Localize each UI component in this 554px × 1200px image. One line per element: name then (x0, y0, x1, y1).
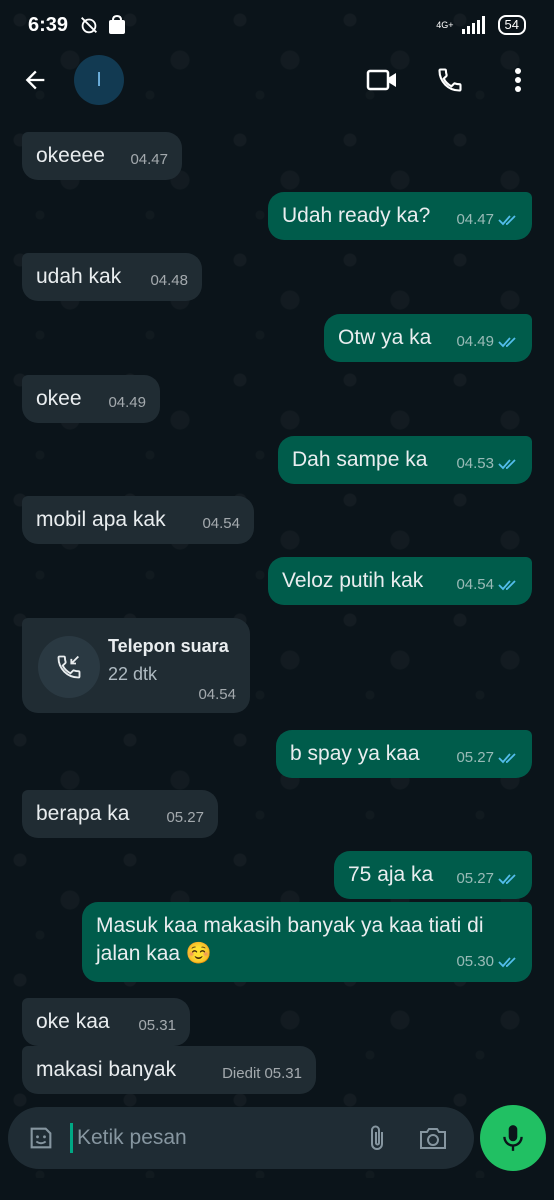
voice-record-button[interactable] (480, 1105, 546, 1171)
message-time: 05.27 (166, 809, 204, 826)
call-duration: 22 dtk (108, 664, 158, 684)
message-text-line: Masuk kaa makasih banyak ya kaa tiati di (96, 914, 484, 937)
contact-avatar[interactable]: I (74, 55, 124, 105)
message-time: 05.27 (456, 749, 494, 766)
back-arrow-icon (25, 70, 45, 90)
message-time: 05.31 (264, 1065, 302, 1082)
read-ticks-icon (498, 579, 518, 591)
message-list: okeeee 04.47 Udah ready ka? 04.47 udah k… (0, 110, 554, 1095)
message-time: 04.48 (150, 272, 188, 289)
back-button[interactable] (18, 63, 52, 97)
avatar-initial: I (96, 68, 102, 91)
more-vert-icon (515, 68, 521, 92)
sticker-icon (30, 1127, 52, 1149)
message-time: 04.47 (456, 211, 494, 228)
message-text: 75 aja ka (348, 863, 434, 886)
attach-button[interactable] (362, 1123, 392, 1153)
message-time: 05.27 (456, 870, 494, 887)
incoming-call-icon (57, 655, 81, 679)
message-bubble-outgoing[interactable]: 75 aja ka 05.27 (334, 851, 532, 899)
message-time: 05.30 (456, 953, 494, 970)
message-input[interactable] (77, 1126, 362, 1150)
message-bubble-outgoing[interactable]: b spay ya kaa 05.27 (276, 730, 532, 778)
message-bubble-outgoing[interactable]: Otw ya ka 04.49 (324, 314, 532, 362)
message-bubble-incoming[interactable]: berapa ka 05.27 (22, 790, 218, 838)
status-bar: 6:39 4G+ 54 (0, 0, 554, 50)
message-time: 04.49 (108, 394, 146, 411)
message-bubble-incoming[interactable]: mobil apa kak 04.54 (22, 496, 254, 544)
read-ticks-icon (498, 752, 518, 764)
call-time: 04.54 (198, 686, 236, 703)
message-text: oke kaa (36, 1010, 110, 1033)
message-time: 05.31 (138, 1017, 176, 1034)
mic-icon (503, 1125, 523, 1151)
signal-icon (461, 16, 485, 34)
message-text: Udah ready ka? (282, 204, 431, 227)
message-text: berapa ka (36, 802, 130, 825)
message-text: makasi banyak (36, 1058, 177, 1081)
battery-indicator: 54 (497, 15, 526, 35)
attach-icon (371, 1125, 383, 1150)
chat-header: I (0, 50, 554, 110)
video-call-icon (366, 69, 396, 91)
message-text: b spay ya kaa (290, 742, 420, 765)
message-text: okeeee (36, 144, 105, 167)
navigation-bar (0, 1178, 554, 1200)
voice-call-bubble[interactable]: Telepon suara 22 dtk 04.54 (22, 618, 250, 713)
message-bubble-outgoing[interactable]: Masuk kaa makasih banyak ya kaa tiati di… (82, 902, 532, 982)
voice-call-button[interactable] (434, 64, 466, 96)
message-bubble-incoming[interactable]: udah kak 04.48 (22, 253, 202, 301)
camera-button[interactable] (418, 1123, 448, 1153)
network-type: 4G+ (436, 19, 454, 30)
read-ticks-icon (498, 956, 518, 968)
message-bubble-incoming[interactable]: okee 04.49 (22, 375, 160, 423)
message-bubble-incoming[interactable]: makasi banyak Diedit 05.31 (22, 1046, 316, 1094)
message-bubble-incoming[interactable]: okeeee 04.47 (22, 132, 182, 180)
message-bubble-outgoing[interactable]: Dah sampe ka 04.53 (278, 436, 532, 484)
message-bubble-outgoing[interactable]: Veloz putih kak 04.54 (268, 557, 532, 605)
message-time: 04.47 (130, 151, 168, 168)
status-time: 6:39 (28, 13, 69, 36)
menu-button[interactable] (502, 64, 534, 96)
status-icons (78, 14, 126, 36)
message-text-line: jalan kaa ☺️ (96, 942, 213, 965)
message-composer (8, 1107, 474, 1169)
message-time: 04.49 (456, 333, 494, 350)
video-call-button[interactable] (366, 64, 398, 96)
message-text: okee (36, 387, 82, 410)
edited-label: Diedit (222, 1065, 261, 1082)
alarm-off-icon (81, 17, 98, 34)
message-text: mobil apa kak (36, 508, 166, 531)
message-bubble-outgoing[interactable]: Udah ready ka? 04.47 (268, 192, 532, 240)
read-ticks-icon (498, 458, 518, 470)
message-time: 04.54 (456, 576, 494, 593)
read-ticks-icon (498, 214, 518, 226)
message-bubble-incoming[interactable]: oke kaa 05.31 (22, 998, 190, 1046)
phone-icon (438, 68, 462, 92)
text-caret (70, 1123, 73, 1153)
shop-icon (109, 15, 126, 34)
message-text: Otw ya ka (338, 326, 432, 349)
sticker-button[interactable] (26, 1123, 56, 1153)
message-text: Dah sampe ka (292, 448, 428, 471)
call-title: Telepon suara (108, 636, 229, 656)
read-ticks-icon (498, 336, 518, 348)
message-text: udah kak (36, 265, 122, 288)
message-time: 04.54 (202, 515, 240, 532)
message-time: 04.53 (456, 455, 494, 472)
camera-icon (420, 1128, 446, 1149)
call-icon-circle (38, 636, 100, 698)
message-text: Veloz putih kak (282, 569, 424, 592)
read-ticks-icon (498, 873, 518, 885)
